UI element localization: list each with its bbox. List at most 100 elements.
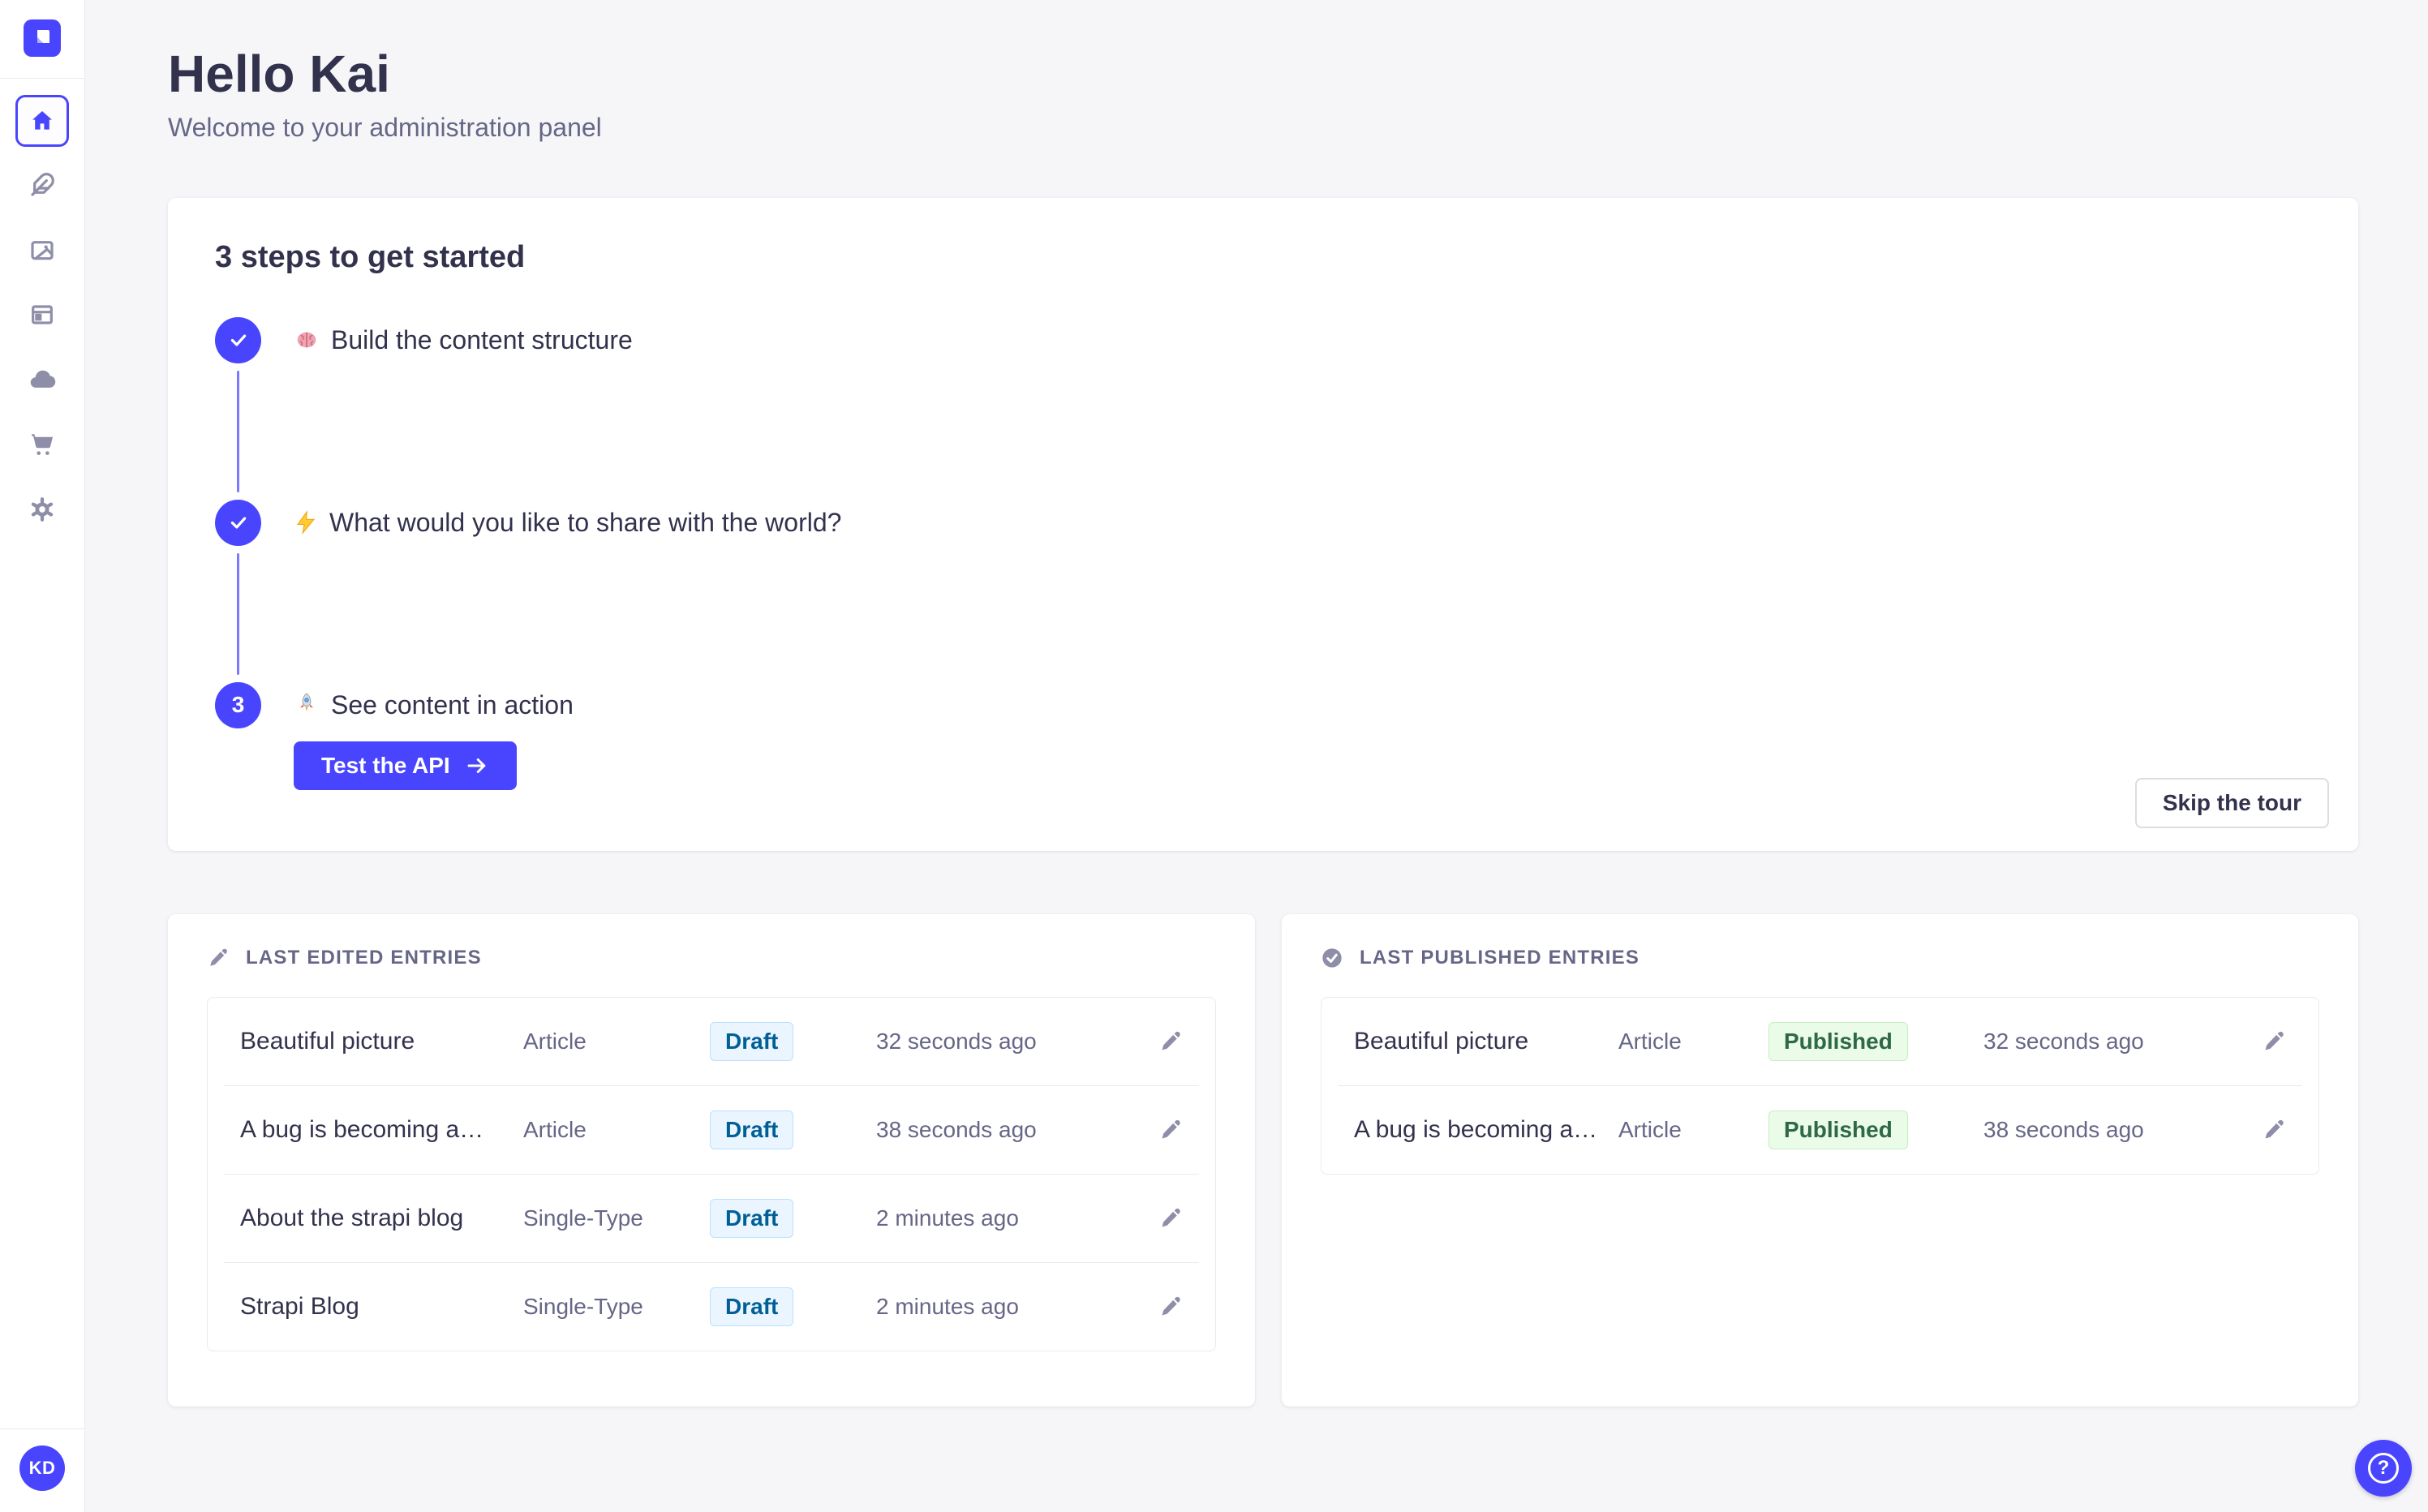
entry-type: Article	[523, 1028, 587, 1054]
table-row: Beautiful picture Article Draft 32 secon…	[224, 998, 1199, 1085]
edit-entry-button[interactable]	[1158, 1206, 1183, 1231]
strapi-logo-icon	[37, 30, 49, 43]
step-connector	[237, 370, 239, 492]
cloud-icon	[30, 370, 56, 388]
images-icon	[31, 241, 54, 260]
entry-time: 32 seconds ago	[876, 1028, 1037, 1054]
page-title: Hello Kai	[168, 45, 390, 103]
step-3-cta-row: Test the API	[294, 741, 2311, 790]
edit-entry-button[interactable]	[2262, 1118, 2286, 1142]
entries-panels: LAST EDITED ENTRIES Beautiful picture Ar…	[168, 913, 2358, 1407]
sidebar-item-content-manager[interactable]	[15, 158, 69, 212]
step-1-text: Build the content structure	[331, 324, 633, 354]
status-badge: Draft	[710, 1021, 794, 1061]
step-3-number-indicator: 3	[215, 681, 261, 728]
page-header: Hello Kai Welcome to your administration…	[168, 45, 2358, 143]
entry-title: Beautiful picture	[240, 1027, 415, 1055]
pencil-icon	[1162, 1296, 1180, 1316]
sidebar-item-settings[interactable]	[15, 483, 69, 536]
edit-entry-button[interactable]	[1158, 1118, 1183, 1142]
table-row: A bug is becoming a… Article Draft 38 se…	[224, 1085, 1199, 1174]
pencil-icon	[1162, 1119, 1180, 1139]
table-row: About the strapi blog Single-Type Draft …	[224, 1173, 1199, 1262]
entry-time: 38 seconds ago	[876, 1116, 1037, 1142]
main-content: Hello Kai Welcome to your administration…	[85, 0, 2428, 1512]
entry-type: Article	[523, 1116, 587, 1142]
rocket-emoji-icon	[300, 693, 313, 712]
sidebar-item-content-type-builder[interactable]	[15, 288, 69, 341]
entry-title: Beautiful picture	[1354, 1027, 1529, 1055]
sidebar-item-deploy[interactable]	[15, 353, 69, 406]
pencil-icon	[210, 948, 227, 966]
brain-emoji-icon	[297, 332, 316, 348]
last-edited-header: LAST EDITED ENTRIES	[207, 947, 1216, 969]
sidebar-nav	[15, 95, 69, 548]
entry-title: About the strapi blog	[240, 1204, 464, 1231]
status-badge: Draft	[710, 1286, 794, 1326]
pencil-icon	[1162, 1208, 1180, 1227]
feather-icon	[31, 173, 54, 196]
gear-icon	[31, 497, 54, 522]
sidebar-footer-divider	[0, 1428, 84, 1429]
table-row: A bug is becoming a… Article Published 3…	[1338, 1085, 2302, 1174]
last-edited-title: LAST EDITED ENTRIES	[246, 946, 482, 969]
status-badge: Draft	[710, 1198, 794, 1238]
tour-step-1: Build the content structure	[215, 316, 2311, 363]
cart-icon	[32, 434, 54, 455]
status-badge: Published	[1768, 1110, 1908, 1149]
entry-time: 2 minutes ago	[876, 1293, 1019, 1319]
lightning-emoji-icon	[297, 510, 316, 535]
edit-entry-button[interactable]	[2262, 1029, 2286, 1054]
avatar-initials: KD	[28, 1458, 56, 1478]
entry-type: Single-Type	[523, 1205, 643, 1231]
home-icon	[32, 111, 52, 130]
app-root: KD Hello Kai Welcome to your administrat…	[0, 0, 2428, 1512]
sidebar-item-home[interactable]	[15, 95, 69, 147]
user-avatar[interactable]: KD	[19, 1445, 65, 1491]
entry-time: 38 seconds ago	[1983, 1116, 2144, 1142]
step-3-number: 3	[231, 692, 245, 718]
status-badge: Published	[1768, 1021, 1908, 1061]
arrow-right-icon	[467, 758, 485, 773]
sidebar: KD	[0, 0, 85, 1512]
strapi-logo[interactable]	[24, 19, 61, 57]
last-published-panel: LAST PUBLISHED ENTRIES Beautiful picture…	[1282, 913, 2358, 1407]
question-mark-icon: ?	[2368, 1453, 2399, 1484]
pencil-icon	[2265, 1031, 2284, 1050]
table-row: Strapi Blog Single-Type Draft 2 minutes …	[224, 1261, 1199, 1351]
entry-type: Article	[1618, 1028, 1682, 1054]
entry-title: Strapi Blog	[240, 1292, 359, 1320]
guided-tour-steps: Build the content structure What would y…	[215, 316, 2311, 790]
step-1-completed-indicator	[215, 316, 261, 363]
tour-step-2: What would you like to share with the wo…	[215, 499, 2311, 546]
entry-title: A bug is becoming a…	[240, 1115, 484, 1143]
status-badge: Draft	[710, 1110, 794, 1149]
test-the-api-label: Test the API	[321, 752, 450, 778]
edit-entry-button[interactable]	[1158, 1029, 1183, 1054]
last-published-header: LAST PUBLISHED ENTRIES	[1321, 947, 2319, 969]
guided-tour-card: 3 steps to get started Build the content…	[168, 197, 2358, 851]
entry-time: 32 seconds ago	[1983, 1028, 2144, 1054]
check-icon	[230, 334, 246, 346]
skip-the-tour-button[interactable]: Skip the tour	[2134, 777, 2329, 828]
sidebar-footer: KD	[0, 1428, 84, 1512]
step-2-text: What would you like to share with the wo…	[329, 507, 842, 537]
step-1-label: Build the content structure	[294, 325, 633, 355]
sidebar-item-marketplace[interactable]	[15, 418, 69, 471]
entry-type: Article	[1618, 1116, 1682, 1142]
step-3-label: See content in action	[294, 690, 574, 720]
layout-icon	[32, 305, 53, 324]
last-published-table: Beautiful picture Article Published 32 s…	[1321, 996, 2319, 1175]
last-edited-panel: LAST EDITED ENTRIES Beautiful picture Ar…	[168, 913, 1255, 1407]
edit-entry-button[interactable]	[1158, 1295, 1183, 1319]
step-3-text: See content in action	[331, 689, 574, 719]
sidebar-item-media-library[interactable]	[15, 223, 69, 277]
entry-type: Single-Type	[523, 1293, 643, 1319]
help-button[interactable]: ?	[2355, 1440, 2412, 1497]
pencil-icon	[1162, 1031, 1180, 1050]
entry-time: 2 minutes ago	[876, 1205, 1019, 1231]
entry-title: A bug is becoming a…	[1354, 1115, 1598, 1143]
last-published-title: LAST PUBLISHED ENTRIES	[1360, 946, 1640, 969]
pencil-icon	[2265, 1119, 2284, 1139]
test-the-api-button[interactable]: Test the API	[294, 741, 517, 790]
